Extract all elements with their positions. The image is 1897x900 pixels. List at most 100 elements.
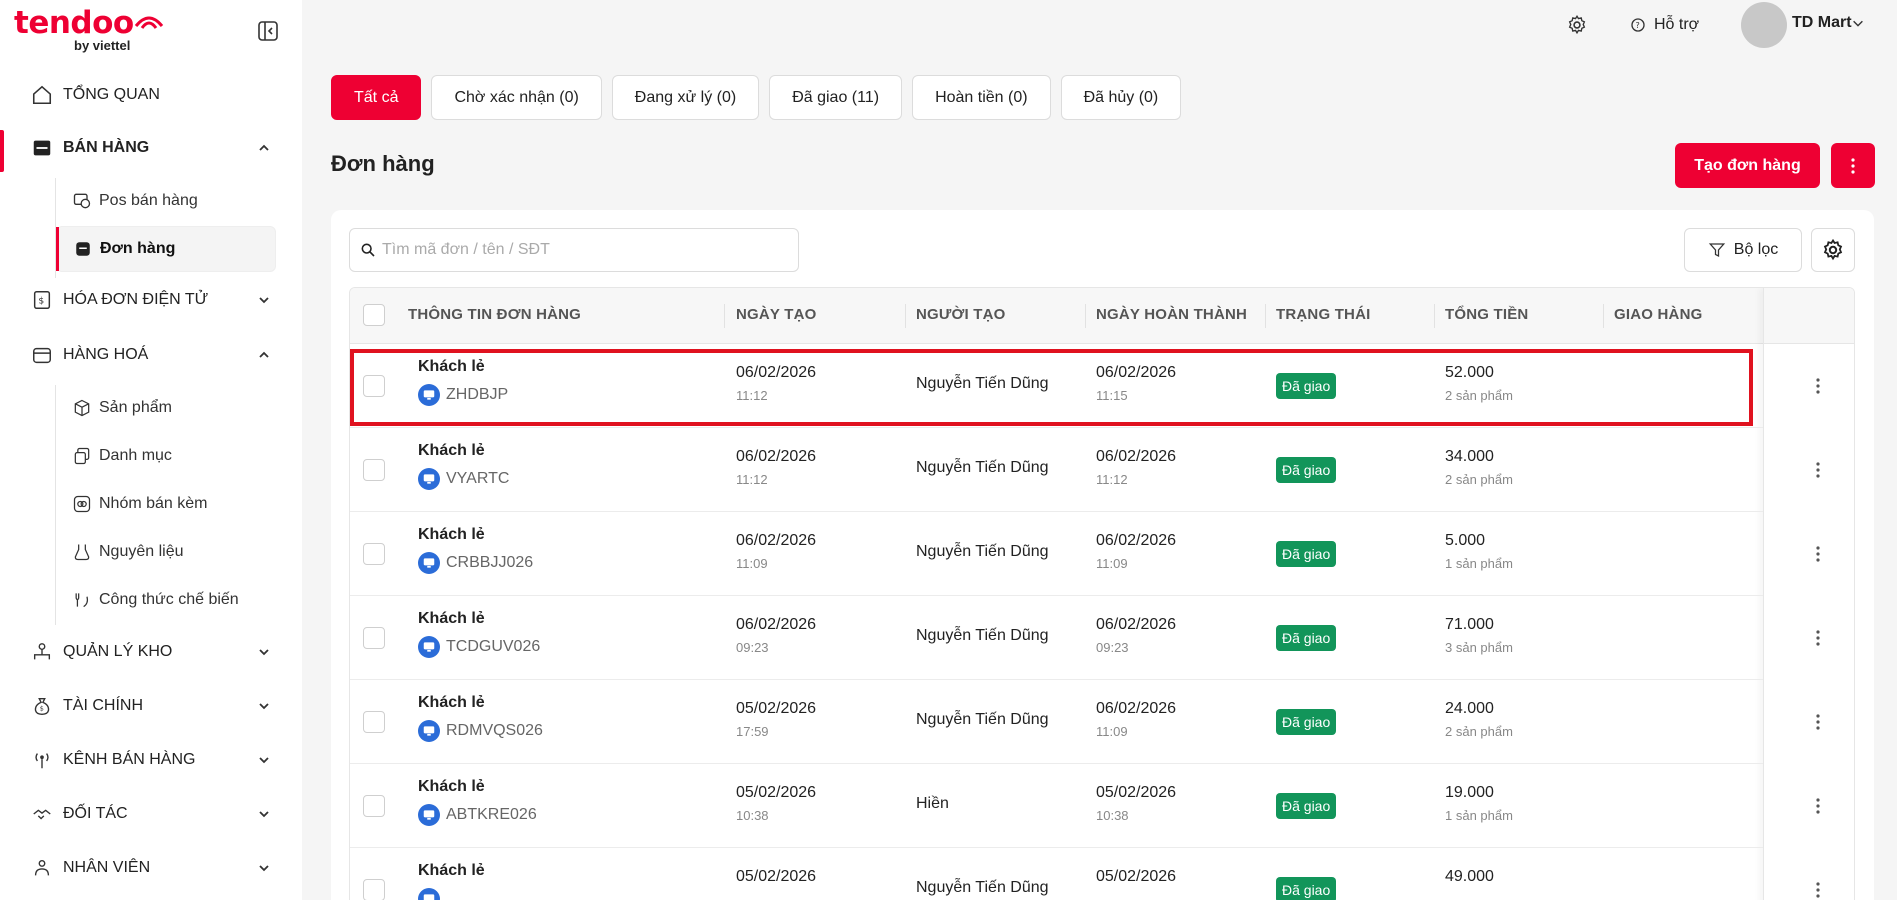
svg-text:?: ? bbox=[1635, 21, 1639, 30]
sidebar-item-label: TÀI CHÍNH bbox=[63, 697, 143, 714]
order-code[interactable]: RDMVQS026 bbox=[446, 722, 543, 740]
row-more-icon[interactable] bbox=[1808, 710, 1828, 734]
tab-pending[interactable]: Chờ xác nhận (0) bbox=[431, 75, 602, 120]
more-actions-button[interactable] bbox=[1831, 143, 1875, 188]
order-code-wrap: RDMVQS026 bbox=[418, 720, 543, 742]
row-more-icon[interactable] bbox=[1808, 794, 1828, 818]
column-header-status[interactable]: TRẠNG THÁI bbox=[1276, 306, 1371, 323]
table-row[interactable]: Khách lẻ VYARTC 06/02/2026 11:12 Nguyễn … bbox=[350, 428, 1763, 512]
sidebar-item-einvoice[interactable]: $ HÓA ĐƠN ĐIỆN TỬ bbox=[0, 280, 302, 320]
sidebar-item-partners[interactable]: ĐỐI TÁC bbox=[0, 794, 302, 834]
sidebar-item-channels[interactable]: KÊNH BÁN HÀNG bbox=[0, 740, 302, 780]
row-more-icon[interactable] bbox=[1808, 458, 1828, 482]
sidebar-collapse-icon[interactable] bbox=[256, 19, 280, 43]
pos-channel-icon bbox=[418, 888, 440, 900]
created-date: 05/02/2026 bbox=[736, 784, 817, 801]
customer-name: Khách lẻ bbox=[418, 862, 485, 879]
status-badge: Đã giao bbox=[1276, 793, 1337, 819]
row-checkbox[interactable] bbox=[363, 879, 385, 900]
tab-delivered[interactable]: Đã giao (11) bbox=[769, 75, 903, 120]
completed-time: 11:15 bbox=[1096, 388, 1128, 403]
column-header-created-date[interactable]: NGÀY TẠO bbox=[736, 306, 817, 323]
sidebar-subitem-products[interactable]: Sản phẩm bbox=[56, 385, 276, 431]
filter-button[interactable]: Bộ lọc bbox=[1684, 228, 1802, 272]
customer-name: Khách lẻ bbox=[418, 694, 485, 711]
order-total: 71.000 bbox=[1445, 616, 1494, 633]
pos-channel-icon bbox=[418, 384, 440, 406]
row-checkbox[interactable] bbox=[363, 459, 385, 481]
tab-refunded[interactable]: Hoàn tiền (0) bbox=[912, 75, 1051, 120]
created-date: 06/02/2026 bbox=[736, 616, 817, 633]
created-time: 17:59 bbox=[736, 724, 769, 739]
create-order-button[interactable]: Tạo đơn hàng bbox=[1675, 143, 1820, 188]
customer-name: Khách lẻ bbox=[418, 526, 485, 543]
row-checkbox[interactable] bbox=[363, 711, 385, 733]
table-row[interactable]: Khách lẻ CRBBJJ026 06/02/2026 11:09 Nguy… bbox=[350, 512, 1763, 596]
sidebar-item-warehouse[interactable]: QUẢN LÝ KHO bbox=[0, 632, 302, 672]
goods-icon bbox=[30, 343, 54, 367]
column-header-total[interactable]: TỔNG TIỀN bbox=[1445, 306, 1528, 323]
chevron-down-icon[interactable] bbox=[1851, 16, 1865, 30]
sidebar-item-overview[interactable]: TỔNG QUAN bbox=[0, 75, 302, 115]
order-code[interactable]: VYARTC bbox=[446, 470, 509, 488]
row-more-icon[interactable] bbox=[1808, 878, 1828, 900]
table-row[interactable]: Khách lẻ TCDGUV026 06/02/2026 09:23 Nguy… bbox=[350, 596, 1763, 680]
chevron-down-icon bbox=[259, 297, 269, 304]
order-code[interactable]: CRBBJJ026 bbox=[446, 554, 533, 572]
row-checkbox[interactable] bbox=[363, 795, 385, 817]
ingredient-icon bbox=[72, 542, 92, 562]
row-checkbox[interactable] bbox=[363, 375, 385, 397]
sidebar-item-goods[interactable]: HÀNG HOÁ bbox=[0, 335, 302, 375]
creator-name: Nguyễn Tiến Dũng bbox=[916, 627, 1049, 644]
signal-wave-icon bbox=[134, 16, 164, 29]
order-code-wrap: TCDGUV026 bbox=[418, 636, 540, 658]
sidebar-subitem-pos[interactable]: Pos bán hàng bbox=[56, 178, 276, 224]
row-checkbox[interactable] bbox=[363, 543, 385, 565]
search-input[interactable] bbox=[382, 241, 782, 259]
order-code[interactable]: ABTKRE026 bbox=[446, 806, 537, 824]
sidebar-item-staff[interactable]: NHÂN VIÊN bbox=[0, 848, 302, 888]
sidebar-subitem-bundles[interactable]: Nhóm bán kèm bbox=[56, 481, 276, 527]
status-badge: Đã giao bbox=[1276, 457, 1337, 483]
column-header-order-info[interactable]: THÔNG TIN ĐƠN HÀNG bbox=[408, 306, 581, 323]
search-icon bbox=[361, 243, 375, 257]
sidebar-subitem-ingredients[interactable]: Nguyên liệu bbox=[56, 529, 276, 575]
help-link[interactable]: ? Hỗ trợ bbox=[1630, 13, 1699, 37]
sidebar-item-finance[interactable]: $ TÀI CHÍNH bbox=[0, 686, 302, 726]
column-header-completed-date[interactable]: NGÀY HOÀN THÀNH bbox=[1096, 306, 1247, 323]
chevron-down-icon bbox=[259, 649, 269, 656]
created-date: 06/02/2026 bbox=[736, 532, 817, 549]
sidebar-subitem-recipes[interactable]: Công thức chế biến bbox=[56, 577, 276, 623]
table-row[interactable]: Khách lẻ RDMVQS026 05/02/2026 17:59 Nguy… bbox=[350, 680, 1763, 764]
row-more-icon[interactable] bbox=[1808, 542, 1828, 566]
tab-cancelled[interactable]: Đã hủy (0) bbox=[1060, 75, 1182, 120]
column-settings-button[interactable] bbox=[1811, 228, 1855, 272]
sidebar-item-sales[interactable]: BÁN HÀNG bbox=[0, 128, 302, 172]
category-icon bbox=[72, 446, 92, 466]
avatar[interactable] bbox=[1741, 2, 1787, 48]
creator-name: Nguyễn Tiến Dũng bbox=[916, 879, 1049, 896]
tendoo-logo[interactable]: tendoo by viettel bbox=[14, 6, 174, 56]
recipe-icon bbox=[72, 590, 92, 610]
column-header-creator[interactable]: NGƯỜI TẠO bbox=[916, 306, 1006, 323]
sidebar-subitem-categories[interactable]: Danh mục bbox=[56, 433, 276, 479]
search-box[interactable] bbox=[349, 228, 799, 272]
table-row[interactable]: Khách lẻ ABTKRE026 05/02/2026 10:38 Hiền… bbox=[350, 764, 1763, 848]
tab-processing[interactable]: Đang xử lý (0) bbox=[611, 75, 760, 120]
row-more-icon[interactable] bbox=[1808, 626, 1828, 650]
order-icon bbox=[73, 239, 93, 259]
creator-name: Nguyễn Tiến Dũng bbox=[916, 711, 1049, 728]
order-code[interactable]: ZHDBJP bbox=[446, 386, 508, 404]
shop-name[interactable]: TD Mart bbox=[1792, 14, 1852, 32]
column-header-delivery[interactable]: GIAO HÀNG bbox=[1614, 306, 1702, 323]
settings-gear-icon[interactable] bbox=[1566, 14, 1588, 36]
sidebar-subitem-orders[interactable]: Đơn hàng bbox=[56, 226, 276, 272]
tab-all[interactable]: Tất cả bbox=[331, 75, 422, 120]
select-all-checkbox[interactable] bbox=[363, 304, 385, 326]
created-time: 11:12 bbox=[736, 472, 768, 487]
table-row[interactable]: Khách lẻ 05/02/2026 Nguyễn Tiến Dũng 05/… bbox=[350, 848, 1763, 900]
table-row[interactable]: Khách lẻ ZHDBJP 06/02/2026 11:12 Nguyễn … bbox=[350, 344, 1763, 428]
order-code[interactable]: TCDGUV026 bbox=[446, 638, 540, 656]
row-more-icon[interactable] bbox=[1808, 374, 1828, 398]
row-checkbox[interactable] bbox=[363, 627, 385, 649]
